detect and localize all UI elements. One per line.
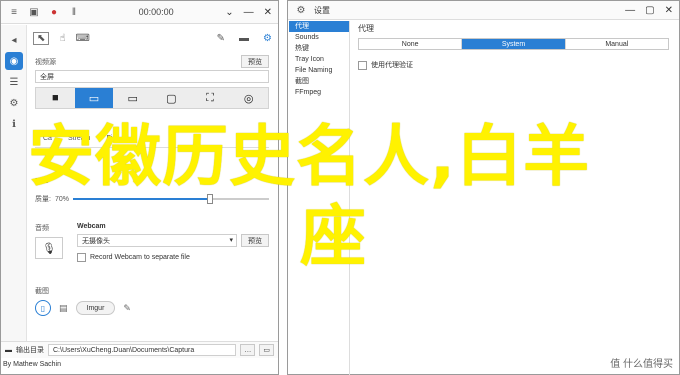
quality-label: 质量: bbox=[35, 196, 51, 203]
left-toolbar: ⬉ ☝ ⌨ ✎ ▬ ⚙ bbox=[27, 25, 278, 51]
browse-button[interactable]: … bbox=[240, 344, 256, 356]
video-source-field[interactable]: 全屏 bbox=[35, 70, 269, 83]
audio-webcam-section: 音频 🎙 Webcam 无摄像头 ▾ 预览 Record Webcam to s… bbox=[35, 223, 269, 262]
quality-slider[interactable] bbox=[72, 194, 269, 204]
webcam-preview-button[interactable]: 预览 bbox=[241, 234, 269, 247]
key-icon[interactable]: ⌨ bbox=[75, 33, 89, 44]
tab-stream[interactable]: Stream bbox=[60, 132, 99, 147]
output-path-field[interactable]: C:\Users\XuCheng.Duan\Documents\Captura bbox=[48, 344, 237, 356]
file-save-icon[interactable]: ▯ bbox=[35, 300, 51, 316]
nav-item-file-naming[interactable]: File Naming bbox=[289, 65, 349, 76]
fps-label: FPS bbox=[35, 178, 49, 185]
proxy-section-title: 代理 bbox=[358, 24, 374, 33]
settings-titlebar: ⚙ 设置 — ▢ ✕ bbox=[288, 1, 679, 20]
imgur-button[interactable]: Imgur bbox=[75, 301, 116, 315]
nav-item-screenshot[interactable]: 截图 bbox=[289, 76, 349, 87]
video-source-section: 视频源 预览 全屏 ■ ▭ ▭ ▢ ⛶ ◎ bbox=[35, 55, 269, 109]
webcam-select-value: 无摄像头 bbox=[82, 238, 110, 245]
gear-icon[interactable]: ⚙ bbox=[263, 33, 272, 44]
nav-item-tray-icon[interactable]: Tray Icon bbox=[289, 54, 349, 65]
open-folder-button[interactable]: ▭ bbox=[259, 344, 274, 356]
settings-gear-icon: ⚙ bbox=[296, 4, 306, 16]
output-tabs: Ca Stream Fi bbox=[35, 132, 269, 148]
proxy-auth-label: 使用代理验证 bbox=[371, 62, 413, 69]
screenshot-section: 截图 ▯ ▤ Imgur ✎ bbox=[35, 286, 269, 316]
region-mode-icon[interactable]: ⛶ bbox=[191, 88, 230, 108]
author-credit: By Mathew Sachin bbox=[3, 361, 61, 368]
record-separate-label: Record Webcam to separate file bbox=[90, 254, 190, 261]
proxy-mode-none[interactable]: None bbox=[359, 39, 463, 49]
proxy-mode-manual[interactable]: Manual bbox=[566, 39, 668, 49]
window-mode-icon[interactable]: ▢ bbox=[152, 88, 191, 108]
nav-item-sounds[interactable]: Sounds bbox=[289, 32, 349, 43]
watermark: 值 什么值得买 bbox=[610, 359, 673, 370]
info-icon[interactable]: ℹ bbox=[5, 115, 23, 133]
video-source-label: 视频源 bbox=[35, 58, 56, 66]
cursor-icon[interactable]: ⬉ bbox=[33, 31, 50, 45]
proxy-panel: 代理 None System Manual 使用代理验证 bbox=[358, 23, 669, 70]
microphone-icon[interactable]: 🎙 bbox=[35, 237, 63, 259]
gamepad-mode-icon[interactable]: ◎ bbox=[229, 88, 268, 108]
settings-nav: 代理 Sounds 热键 Tray Icon File Naming 截图 FF… bbox=[289, 21, 350, 375]
webcam-select[interactable]: 无摄像头 ▾ bbox=[77, 234, 237, 247]
monitor-mode-icon[interactable]: ▭ bbox=[113, 88, 152, 108]
collapse-icon[interactable]: ⌄ bbox=[225, 7, 233, 18]
nav-item-proxy[interactable]: 代理 bbox=[289, 21, 349, 32]
folder-icon: ▬ bbox=[5, 346, 12, 354]
webcam-mode-icon[interactable]: ■ bbox=[36, 88, 75, 108]
quality-row: 质量: 70% bbox=[35, 194, 269, 204]
list-icon[interactable]: ☰ bbox=[5, 73, 23, 91]
tab-capture[interactable]: Ca bbox=[35, 132, 60, 147]
proxy-mode-system[interactable]: System bbox=[462, 39, 566, 49]
preview-button[interactable]: 预览 bbox=[241, 55, 269, 68]
audio-label: 音频 bbox=[35, 225, 49, 232]
camera-icon[interactable]: ▣ bbox=[27, 5, 41, 19]
settings-icon[interactable]: ⚙ bbox=[5, 94, 23, 112]
home-icon[interactable]: ◉ bbox=[5, 52, 23, 70]
nav-item-ffmpeg[interactable]: FFmpeg bbox=[289, 87, 349, 98]
clipboard-icon[interactable]: ▤ bbox=[59, 303, 68, 314]
webcam-label: Webcam bbox=[77, 223, 106, 230]
left-titlebar: ≡ ▣ ● ‖ 00:00:00 ⌄ — ✕ bbox=[1, 1, 278, 24]
menu-icon[interactable]: ≡ bbox=[7, 5, 21, 19]
record-icon[interactable]: ● bbox=[47, 5, 61, 19]
pause-icon[interactable]: ‖ bbox=[67, 5, 81, 19]
settings-title: 设置 bbox=[314, 5, 330, 15]
dropdown-arrow-icon: ▾ bbox=[229, 237, 233, 244]
quality-value: 70% bbox=[54, 195, 69, 203]
left-sidebar: ◂ ◉ ☰ ⚙ ℹ bbox=[1, 25, 27, 341]
timer-display: 00:00:00 bbox=[138, 7, 174, 17]
minimize-icon[interactable]: — bbox=[244, 7, 254, 18]
screenshot-label: 截图 bbox=[35, 288, 49, 295]
screen-mode-icon[interactable]: ▭ bbox=[74, 88, 114, 108]
captura-main-window: ≡ ▣ ● ‖ 00:00:00 ⌄ — ✕ ◂ ◉ ☰ ⚙ ℹ ⬉ ☝ ⌨ ✎… bbox=[0, 0, 279, 375]
tab-file[interactable]: Fi bbox=[99, 132, 121, 147]
edit-icon[interactable]: ✎ bbox=[123, 303, 131, 314]
proxy-auth-checkbox[interactable] bbox=[358, 60, 367, 70]
quality-slider-thumb[interactable] bbox=[207, 194, 214, 204]
capture-mode-selector: ■ ▭ ▭ ▢ ⛶ ◎ bbox=[35, 87, 269, 109]
settings-window: ⚙ 设置 — ▢ ✕ 代理 Sounds 热键 Tray Icon File N… bbox=[287, 0, 680, 375]
hand-icon[interactable]: ☝ bbox=[59, 33, 65, 44]
output-folder-label: 输出目录 bbox=[16, 347, 44, 354]
output-folder-bar: ▬ 输出目录 C:\Users\XuCheng.Duan\Documents\C… bbox=[1, 341, 278, 358]
close-icon[interactable]: ✕ bbox=[264, 7, 272, 18]
proxy-mode-selector: None System Manual bbox=[358, 38, 669, 50]
nav-item-hotkeys[interactable]: 热键 bbox=[289, 43, 349, 54]
fps-row: FPS bbox=[35, 176, 269, 185]
folder-icon[interactable]: ▬ bbox=[239, 33, 249, 44]
pen-icon[interactable]: ✎ bbox=[217, 33, 225, 44]
collapse-sidebar-icon[interactable]: ◂ bbox=[5, 31, 23, 49]
maximize-icon[interactable]: ▢ bbox=[645, 5, 654, 16]
minimize-icon[interactable]: — bbox=[625, 5, 635, 16]
record-separate-checkbox[interactable] bbox=[77, 253, 86, 262]
close-icon[interactable]: ✕ bbox=[665, 5, 673, 16]
